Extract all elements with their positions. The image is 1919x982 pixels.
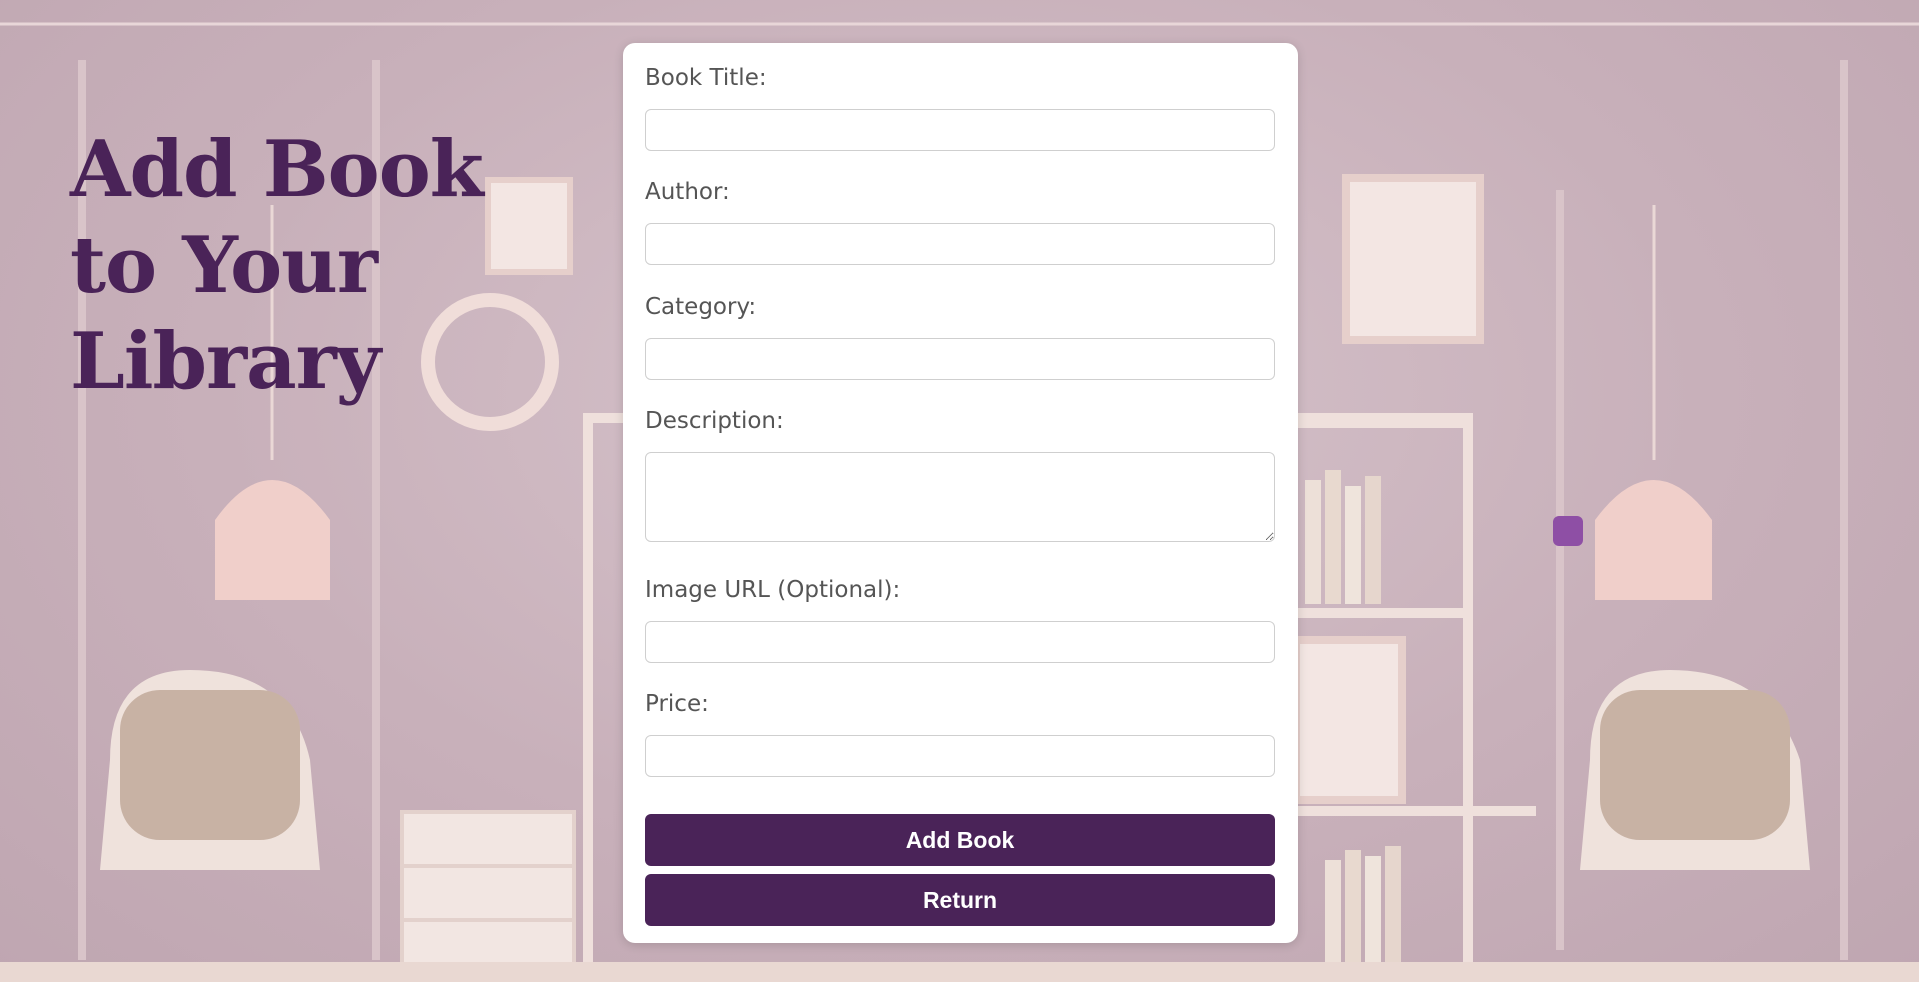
description-label: Description: [645,408,784,434]
category-input[interactable] [645,338,1275,380]
page-title: Add Book to Your Library [70,124,484,407]
description-textarea[interactable] [645,452,1275,542]
add-book-form: Book Title: Author: Category: Descriptio… [623,43,1298,943]
price-label: Price: [645,691,709,717]
image-url-input[interactable] [645,621,1275,663]
return-button[interactable]: Return [645,874,1275,926]
add-book-button[interactable]: Add Book [645,814,1275,866]
author-input[interactable] [645,223,1275,265]
category-label: Category: [645,294,757,320]
book-title-input[interactable] [645,109,1275,151]
book-title-label: Book Title: [645,65,767,91]
author-label: Author: [645,179,730,205]
floating-accent-square [1553,516,1583,546]
price-input[interactable] [645,735,1275,777]
image-url-label: Image URL (Optional): [645,577,901,603]
